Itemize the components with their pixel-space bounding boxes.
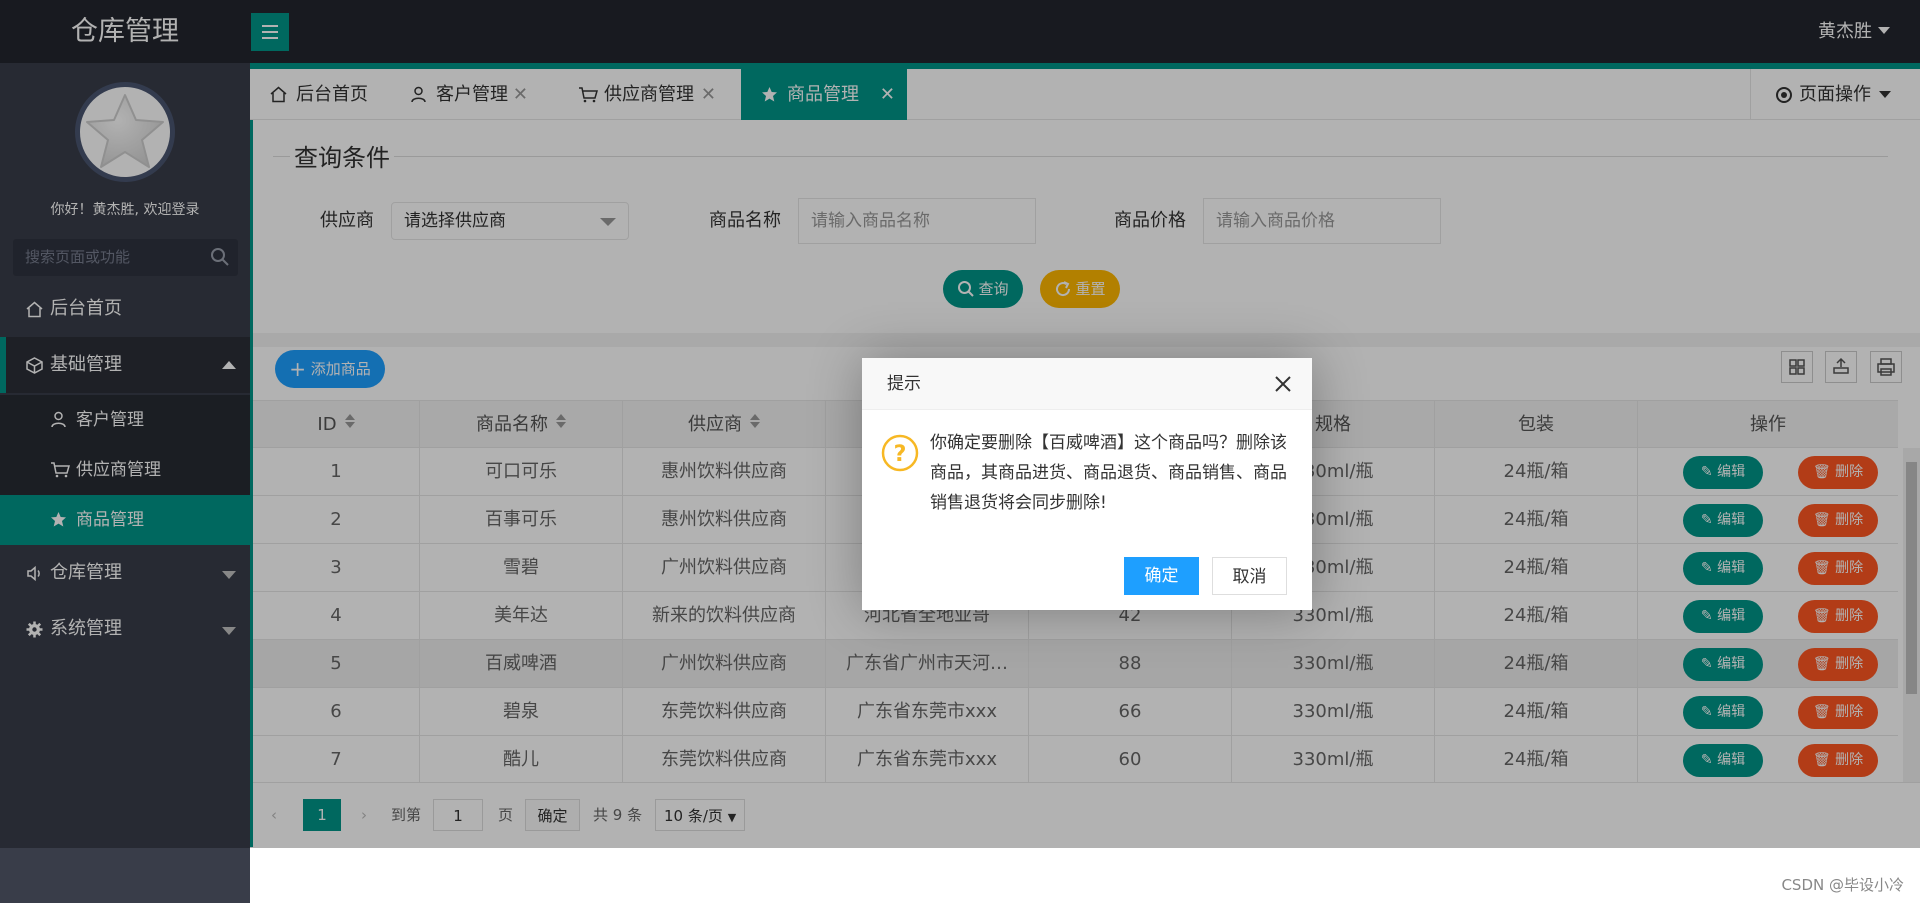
dialog-header: 提示 — [862, 358, 1312, 410]
confirm-button[interactable]: 确定 — [1124, 557, 1199, 595]
dialog-message: 你确定要删除【百威啤酒】这个商品吗？删除该商品，其商品进货、商品退货、商品销售、… — [930, 433, 1287, 513]
watermark: CSDN @毕设小冷 — [1781, 876, 1904, 894]
svg-text:?: ? — [894, 442, 907, 467]
close-icon[interactable] — [1274, 375, 1292, 393]
cancel-button[interactable]: 取消 — [1212, 557, 1287, 595]
footer — [250, 848, 1920, 903]
confirm-dialog: 提示 ? 你确定要删除【百威啤酒】这个商品吗？删除该商品，其商品进货、商品退货、… — [862, 358, 1312, 610]
question-icon: ? — [881, 434, 919, 472]
dialog-title: 提示 — [887, 374, 921, 394]
